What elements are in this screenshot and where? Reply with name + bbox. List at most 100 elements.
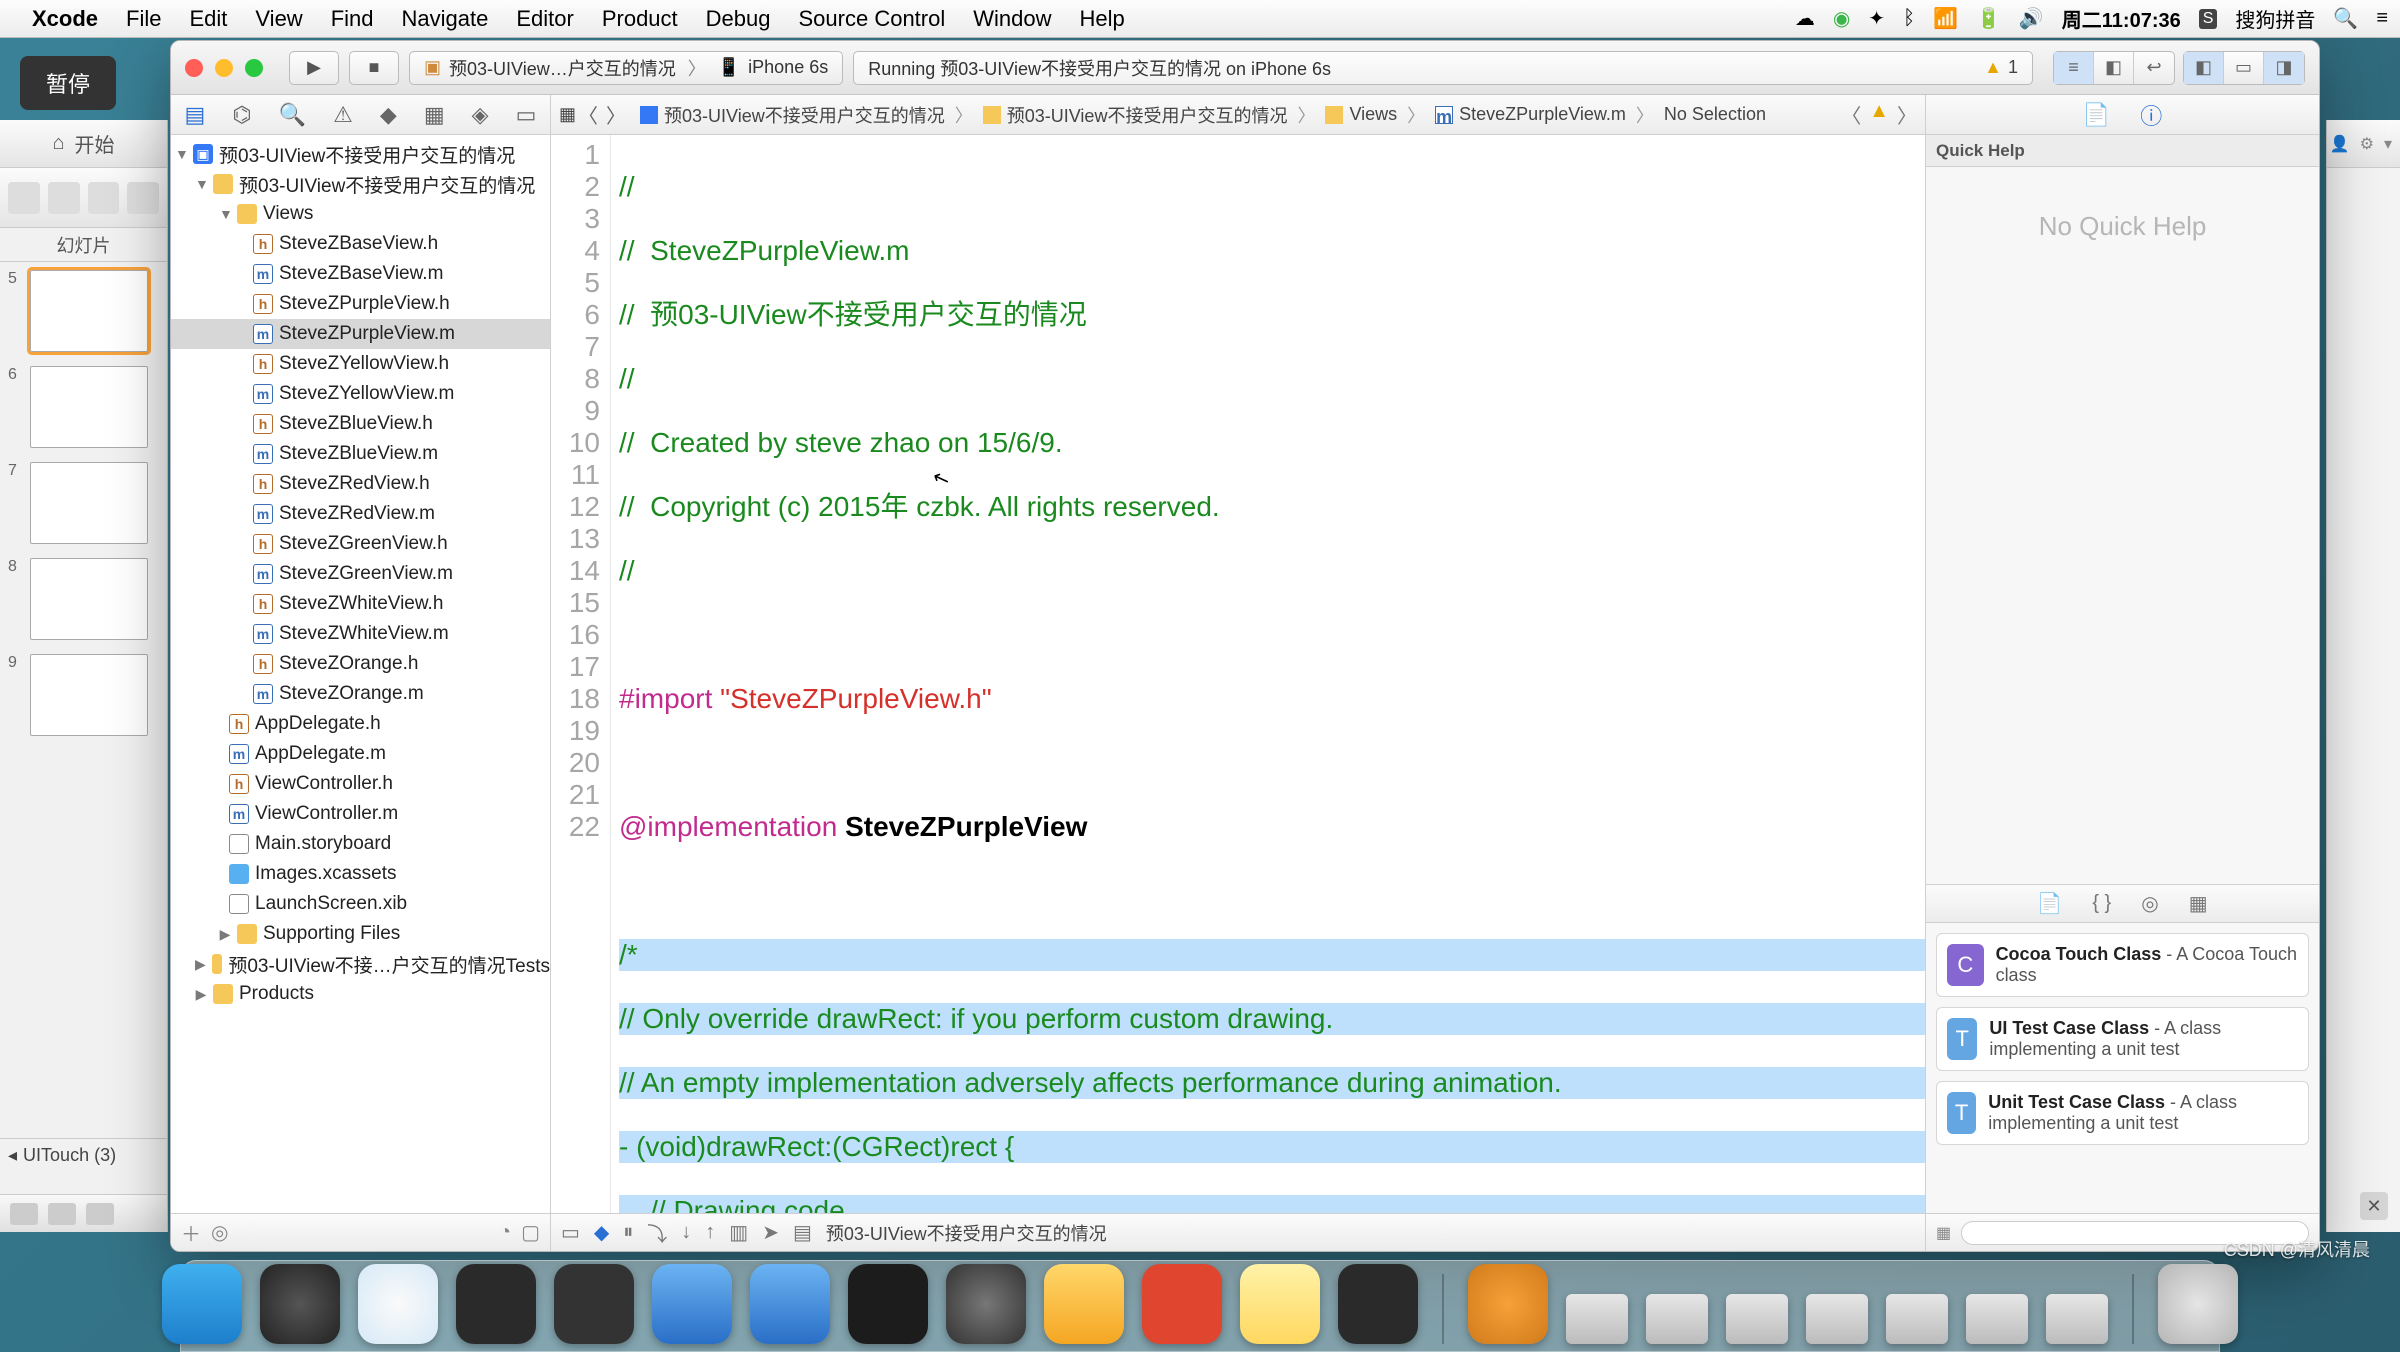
warning-count[interactable]: 1 bbox=[2008, 57, 2018, 78]
bg-tool-1[interactable] bbox=[8, 182, 40, 214]
version-editor-icon[interactable]: ↩ bbox=[2134, 52, 2174, 84]
forward-icon[interactable]: 〉 bbox=[606, 100, 626, 129]
status-volume-icon[interactable]: 🔊 bbox=[2019, 6, 2044, 31]
dock-minimized-1[interactable] bbox=[1468, 1264, 1548, 1344]
tree-supporting[interactable]: Supporting Files bbox=[263, 923, 400, 945]
bg-chevron-icon[interactable]: ▾ bbox=[2384, 134, 2392, 154]
jump-prev-icon[interactable]: 〈 bbox=[1841, 100, 1861, 129]
tree-views[interactable]: Views bbox=[263, 203, 313, 225]
slide-thumb-8[interactable] bbox=[30, 558, 148, 640]
tree-file[interactable]: mSteveZBaseView.m bbox=[171, 259, 550, 289]
menu-file[interactable]: File bbox=[126, 6, 161, 32]
right-panel-toggle-icon[interactable]: ◨ bbox=[2264, 52, 2304, 84]
jump-next-icon[interactable]: 〉 bbox=[1897, 100, 1917, 129]
dock-minimized-7[interactable] bbox=[1966, 1294, 2028, 1344]
dock-preferences-icon[interactable] bbox=[946, 1264, 1026, 1344]
disclosure-triangle-icon[interactable]: ▼ bbox=[195, 176, 207, 192]
dock-finder-icon[interactable] bbox=[162, 1264, 242, 1344]
dock-minimized-2[interactable] bbox=[1566, 1294, 1628, 1344]
project-navigator-icon[interactable]: ▤ bbox=[185, 102, 206, 128]
bg-tool-2[interactable] bbox=[48, 182, 80, 214]
slide-thumb-6[interactable] bbox=[30, 366, 148, 448]
tree-file[interactable]: hSteveZPurpleView.h bbox=[171, 289, 550, 319]
tree-file[interactable]: Images.xcassets bbox=[171, 859, 550, 889]
dock-minimized-3[interactable] bbox=[1646, 1294, 1708, 1344]
library-item[interactable]: CCocoa Touch Class - A Cocoa Touch class bbox=[1936, 933, 2309, 997]
notification-center-icon[interactable]: ≡ bbox=[2376, 7, 2388, 30]
bg-bottom-tab[interactable]: UITouch (3) bbox=[23, 1145, 116, 1166]
status-sync-icon[interactable]: ◉ bbox=[1833, 6, 1850, 31]
ime-label[interactable]: 搜狗拼音 bbox=[2235, 4, 2315, 33]
dock-exec-icon[interactable] bbox=[1338, 1264, 1418, 1344]
dock-app-red-icon[interactable] bbox=[1142, 1264, 1222, 1344]
library-item[interactable]: TUI Test Case Class - A class implementi… bbox=[1936, 1007, 2309, 1071]
standard-editor-icon[interactable]: ≡ bbox=[2054, 52, 2094, 84]
jump-bar[interactable]: ▦ 〈〉 预03-UIView不接受用户交互的情况〉 预03-UIView不接受… bbox=[551, 95, 1925, 135]
window-close-button[interactable] bbox=[185, 59, 203, 77]
app-name[interactable]: Xcode bbox=[32, 6, 98, 32]
menu-debug[interactable]: Debug bbox=[706, 6, 771, 32]
test-navigator-icon[interactable]: ◆ bbox=[380, 102, 397, 128]
tree-products[interactable]: Products bbox=[239, 983, 314, 1005]
tree-tests[interactable]: 预03-UIView不接…户交互的情况Tests bbox=[228, 951, 550, 978]
symbol-navigator-icon[interactable]: ⌬ bbox=[232, 102, 251, 128]
bg-tabs-label[interactable]: 幻灯片 bbox=[0, 228, 167, 262]
menu-product[interactable]: Product bbox=[602, 6, 678, 32]
slide-thumb-5[interactable] bbox=[30, 270, 148, 352]
tree-file[interactable]: mSteveZBlueView.m bbox=[171, 439, 550, 469]
tree-group[interactable]: 预03-UIView不接受用户交互的情况 bbox=[239, 171, 535, 198]
warning-icon[interactable]: ▲ bbox=[1984, 57, 2002, 78]
menu-window[interactable]: Window bbox=[973, 6, 1051, 32]
dock-xcode2-icon[interactable] bbox=[750, 1264, 830, 1344]
panel-toggle-segmented[interactable]: ◧▭◨ bbox=[2183, 51, 2305, 85]
back-icon[interactable]: 〈 bbox=[578, 100, 598, 129]
disclosure-triangle-icon[interactable]: ▼ bbox=[219, 206, 231, 222]
bg-home-label[interactable]: 开始 bbox=[75, 129, 115, 158]
bg-tool-3[interactable] bbox=[88, 182, 120, 214]
issue-navigator-icon[interactable]: ⚠ bbox=[333, 102, 353, 128]
jump-warning-icon[interactable]: ▲ bbox=[1869, 100, 1889, 129]
menubar-clock[interactable]: 周二11:07:36 bbox=[2062, 4, 2181, 33]
dock-terminal-icon[interactable] bbox=[848, 1264, 928, 1344]
find-navigator-icon[interactable]: 🔍 bbox=[279, 102, 306, 128]
menu-navigate[interactable]: Navigate bbox=[402, 6, 489, 32]
file-inspector-icon[interactable]: 📄 bbox=[2083, 102, 2110, 128]
code-snippet-library-icon[interactable]: { } bbox=[2092, 892, 2111, 915]
tree-file[interactable]: mSteveZPurpleView.m bbox=[171, 319, 550, 349]
status-wifi-icon[interactable]: 📶 bbox=[1933, 6, 1958, 31]
dock-sketch-icon[interactable] bbox=[1044, 1264, 1124, 1344]
source-text[interactable]: // // SteveZPurpleView.m // 预03-UIView不接… bbox=[611, 135, 1925, 1213]
dock-minimized-8[interactable] bbox=[2046, 1294, 2108, 1344]
menu-edit[interactable]: Edit bbox=[189, 6, 227, 32]
disclosure-triangle-icon[interactable]: ▶ bbox=[195, 986, 207, 1003]
dock-notes-icon[interactable] bbox=[1240, 1264, 1320, 1344]
tree-file[interactable]: mSteveZWhiteView.m bbox=[171, 619, 550, 649]
file-template-library-icon[interactable]: 📄 bbox=[2037, 891, 2062, 916]
report-navigator-icon[interactable]: ▭ bbox=[516, 102, 537, 128]
tree-file[interactable]: LaunchScreen.xib bbox=[171, 889, 550, 919]
bg-tab-chevron-icon[interactable]: ◂ bbox=[8, 1145, 17, 1166]
quick-help-inspector-icon[interactable]: ⓘ bbox=[2140, 99, 2162, 131]
status-cloud-icon[interactable]: ☁︎ bbox=[1795, 6, 1815, 31]
disclosure-triangle-icon[interactable]: ▼ bbox=[175, 146, 187, 162]
media-library-icon[interactable]: ▦ bbox=[2189, 891, 2208, 916]
video-pause-overlay[interactable]: 暂停 bbox=[20, 56, 116, 110]
scheme-selector[interactable]: ▣ 预03-UIView…户交互的情况 〉 📱 iPhone 6s bbox=[409, 51, 843, 85]
project-tree[interactable]: ▼▣预03-UIView不接受用户交互的情况 ▼预03-UIView不接受用户交… bbox=[171, 135, 550, 1213]
left-panel-toggle-icon[interactable]: ◧ bbox=[2184, 52, 2224, 84]
menu-editor[interactable]: Editor bbox=[516, 6, 573, 32]
window-minimize-button[interactable] bbox=[215, 59, 233, 77]
tree-file[interactable]: mSteveZOrange.m bbox=[171, 679, 550, 709]
status-plus-icon[interactable]: ✦ bbox=[1868, 6, 1885, 31]
tree-file[interactable]: mAppDelegate.m bbox=[171, 739, 550, 769]
dock-minimized-5[interactable] bbox=[1806, 1294, 1868, 1344]
tree-file[interactable]: hAppDelegate.h bbox=[171, 709, 550, 739]
jump-p2[interactable]: 预03-UIView不接受用户交互的情况 bbox=[1007, 102, 1288, 128]
menu-help[interactable]: Help bbox=[1080, 6, 1125, 32]
dock-minimized-6[interactable] bbox=[1886, 1294, 1948, 1344]
jump-p1[interactable]: 预03-UIView不接受用户交互的情况 bbox=[664, 102, 945, 128]
tree-file[interactable]: hSteveZRedView.h bbox=[171, 469, 550, 499]
dock-safari-icon[interactable] bbox=[358, 1264, 438, 1344]
menu-source-control[interactable]: Source Control bbox=[799, 6, 946, 32]
dock-imovie-icon[interactable] bbox=[554, 1264, 634, 1344]
